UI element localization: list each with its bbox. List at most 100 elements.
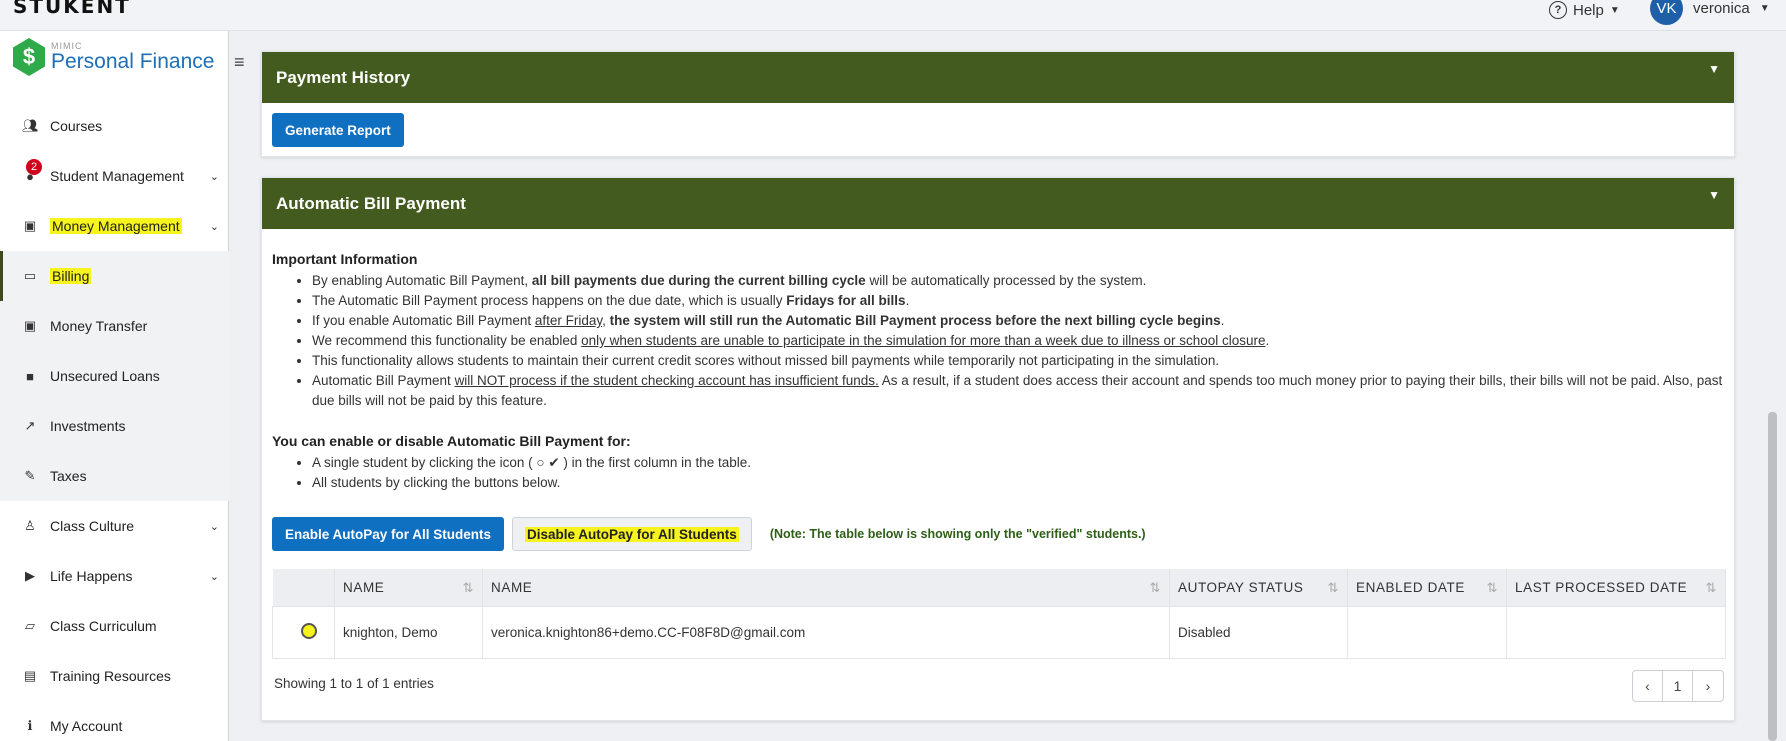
enable-list: A single student by clicking the icon ( …: [312, 453, 1724, 493]
sort-icon: ⇅: [1149, 580, 1161, 595]
sidebar-item-label: Money Management: [50, 218, 182, 234]
sort-icon: ⇅: [1327, 580, 1339, 595]
sidebar-item-label: My Account: [50, 718, 123, 734]
chevron-down-icon[interactable]: ▼: [1708, 188, 1720, 202]
autopay-toggle-radio[interactable]: [301, 622, 317, 639]
sidebar-item-taxes[interactable]: ✎ Taxes: [0, 451, 229, 501]
users-icon: 👥︎: [22, 118, 39, 133]
pagination: ‹ 1 ›: [1632, 670, 1724, 702]
table-info: Showing 1 to 1 of 1 entries: [274, 676, 434, 691]
chevron-down-icon: ▼: [1609, 4, 1620, 16]
generate-report-button[interactable]: Generate Report: [272, 113, 404, 147]
status-cell: Disabled: [1169, 605, 1348, 659]
chevron-down-icon: ⌄: [209, 170, 219, 183]
sidebar-item-label: Class Culture: [50, 518, 135, 534]
disable-autopay-all-button[interactable]: Disable AutoPay for All Students: [512, 517, 752, 551]
email-cell: veronica.knighton86+demo.CC-F08F8D@gmail…: [482, 605, 1170, 659]
logo-title: Personal Finance: [51, 49, 215, 73]
page-number[interactable]: 1: [1663, 671, 1693, 701]
table-header-row: NAME ⇅ NAME ⇅ AUTOPAY STATUS ⇅ ENABLED DATE…: [272, 569, 1726, 606]
chevron-down-icon: ⌄: [209, 220, 219, 233]
column-header-autopay-status[interactable]: AUTOPAY STATUS ⇅: [1169, 569, 1348, 606]
sidebar-item-student-management[interactable]: ● 2 Student Management ⌄: [0, 151, 229, 201]
info-item: Automatic Bill Payment will NOT process …: [312, 371, 1724, 411]
automatic-bill-payment-header[interactable]: Automatic Bill Payment ▼: [262, 178, 1734, 229]
sort-icon: ⇅: [1486, 580, 1498, 595]
processed-date-cell: [1506, 605, 1726, 659]
sidebar-item-money-management[interactable]: ▣ Money Management ⌄: [0, 201, 229, 251]
person-icon: ♙: [24, 518, 36, 533]
credit-card-icon: ▭: [23, 268, 37, 283]
check-circle-icon: ✔: [548, 455, 560, 470]
chevron-down-icon[interactable]: ▼: [1708, 62, 1720, 76]
info-list: By enabling Automatic Bill Payment, all …: [312, 271, 1724, 411]
play-icon: ▶: [25, 568, 35, 583]
sidebar-item-investments[interactable]: ↗ Investments: [0, 401, 229, 451]
button-label: Disable AutoPay for All Students: [525, 526, 739, 542]
sidebar-item-class-curriculum[interactable]: ▱ Class Curriculum: [0, 601, 229, 651]
help-menu[interactable]: ? Help ▼: [1549, 0, 1620, 20]
sidebar-item-label: Billing: [50, 268, 92, 284]
dollar-icon: $: [13, 38, 45, 76]
enable-autopay-all-button[interactable]: Enable AutoPay for All Students: [272, 517, 505, 551]
edit-icon: ✎: [24, 468, 36, 483]
sidebar-item-money-transfer[interactable]: ▣ Money Transfer: [0, 301, 229, 351]
name-cell: knighton, Demo: [334, 605, 483, 659]
autopay-button-row: Enable AutoPay for All Students Disable …: [272, 517, 1146, 551]
brand-logo[interactable]: STUKENT: [13, 0, 131, 18]
chevron-down-icon: ⌄: [209, 520, 219, 533]
money-icon: ▣: [23, 318, 37, 333]
info-item: This functionality allows students to ma…: [312, 351, 1724, 371]
sidebar-item-billing[interactable]: ▭ Billing: [0, 251, 229, 301]
column-header-email[interactable]: NAME ⇅: [482, 569, 1170, 606]
sidebar-item-life-happens[interactable]: ▶ Life Happens ⌄: [0, 551, 229, 601]
panel-title: Payment History: [276, 67, 411, 87]
enable-item: A single student by clicking the icon ( …: [312, 453, 1724, 473]
sidebar-item-courses[interactable]: 👥︎ Courses: [0, 101, 229, 151]
info-item: The Automatic Bill Payment process happe…: [312, 291, 1724, 311]
help-label: Help: [1573, 1, 1604, 19]
folder-icon: ▱: [25, 618, 35, 633]
info-item: By enabling Automatic Bill Payment, all …: [312, 271, 1724, 291]
panel-title: Automatic Bill Payment: [276, 193, 466, 213]
sidebar: $ MIMIC Personal Finance 👥︎ Courses ● 2 …: [0, 31, 229, 741]
column-header-name[interactable]: NAME ⇅: [334, 569, 483, 606]
verified-note: (Note: The table below is showing only t…: [769, 527, 1146, 541]
next-page-icon[interactable]: ›: [1693, 671, 1723, 701]
user-menu[interactable]: VK veronica ▼: [1650, 0, 1770, 25]
circle-icon: ○: [536, 455, 545, 470]
important-heading: Important Information: [272, 251, 418, 267]
info-icon: ℹ: [27, 718, 33, 733]
sidebar-item-label: Unsecured Loans: [50, 368, 160, 384]
sidebar-item-class-culture[interactable]: ♙ Class Culture ⌄: [0, 501, 229, 551]
hamburger-icon[interactable]: ≡: [234, 52, 245, 73]
important-information: Important Information By enabling Automa…: [262, 229, 1734, 493]
page-scrollbar[interactable]: [1768, 412, 1777, 741]
top-bar: STUKENT ? Help ▼ VK veronica ▼: [0, 0, 1786, 31]
column-header-last-processed-date[interactable]: LAST PROCESSED DATE ⇅: [1506, 569, 1726, 606]
line-chart-icon: ↗: [24, 418, 36, 433]
user-name: veronica: [1693, 0, 1750, 17]
info-item: We recommend this functionality be enabl…: [312, 331, 1724, 351]
info-item: If you enable Automatic Bill Payment aft…: [312, 311, 1724, 331]
sidebar-item-unsecured-loans[interactable]: ■ Unsecured Loans: [0, 351, 229, 401]
avatar: VK: [1650, 0, 1683, 25]
prev-page-icon[interactable]: ‹: [1633, 671, 1663, 701]
column-header-enabled-date[interactable]: ENABLED DATE ⇅: [1347, 569, 1507, 606]
money-icon: ▣: [23, 218, 37, 233]
select-column-header: [272, 569, 335, 606]
enable-heading: You can enable or disable Automatic Bill…: [272, 433, 631, 449]
payment-history-header[interactable]: Payment History ▼: [262, 52, 1734, 103]
sidebar-nav: 👥︎ Courses ● 2 Student Management ⌄ ▣ Mo…: [0, 101, 229, 741]
sidebar-item-label: Training Resources: [50, 668, 171, 684]
sort-icon: ⇅: [462, 580, 474, 595]
sidebar-item-label: Investments: [50, 418, 126, 434]
sidebar-item-label: Courses: [50, 118, 103, 134]
payment-history-panel: Payment History ▼ Generate Report: [261, 51, 1735, 157]
sidebar-item-my-account[interactable]: ℹ My Account: [0, 701, 229, 741]
app-logo[interactable]: $ MIMIC Personal Finance: [13, 38, 214, 76]
chevron-down-icon: ▼: [1759, 3, 1770, 14]
chevron-down-icon: ⌄: [209, 570, 219, 583]
sidebar-item-training-resources[interactable]: ▤ Training Resources: [0, 651, 229, 701]
sidebar-item-label: Student Management: [50, 168, 184, 184]
